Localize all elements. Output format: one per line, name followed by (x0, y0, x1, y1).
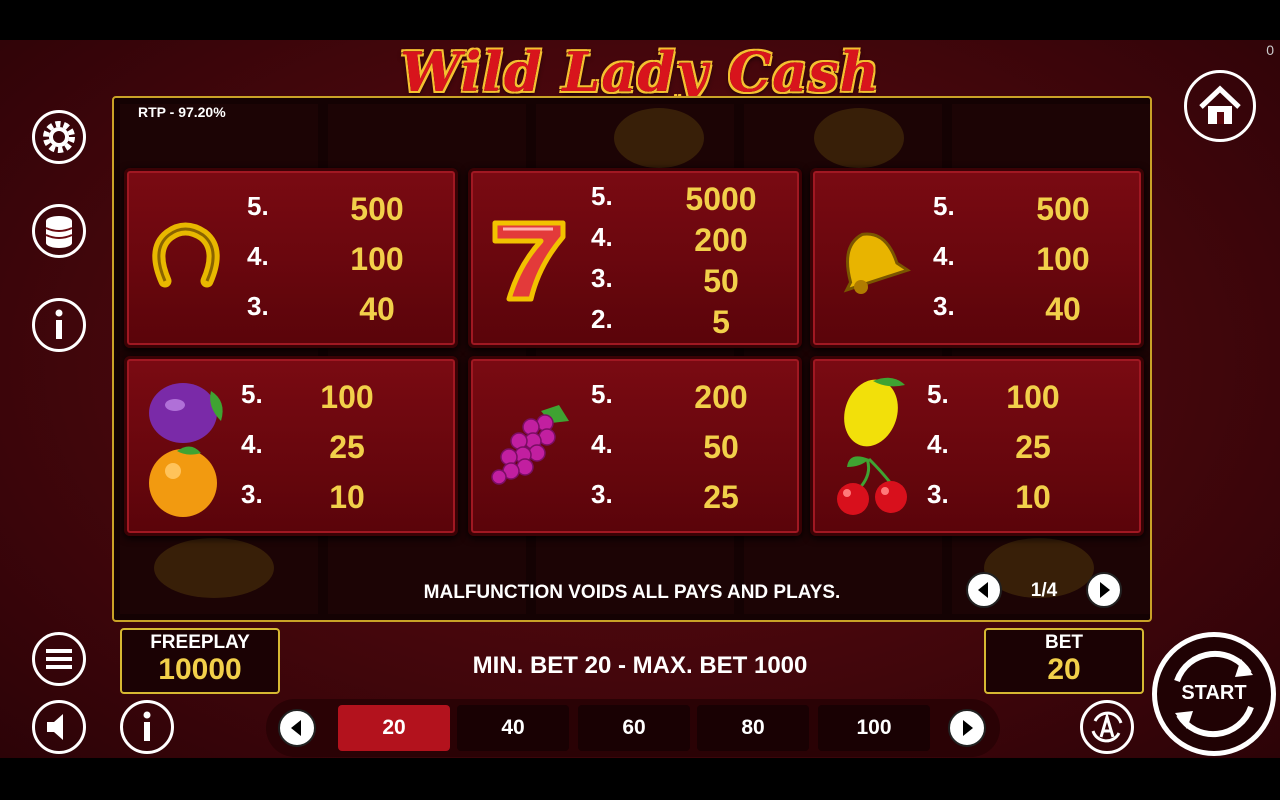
paytable-card-plum-orange: 5. 100 4. 25 3. 10 (124, 356, 458, 536)
sound-button[interactable] (32, 700, 86, 754)
pay-count: 4. (241, 429, 263, 459)
pay-count: 3. (241, 479, 263, 509)
pay-count: 3. (933, 291, 955, 321)
pay-count: 5. (933, 191, 955, 221)
pay-value: 50 (703, 263, 739, 299)
reel-area: RTP - 97.20% 5. 500 4. 100 3. 40 5. 5000 4. 2… (112, 96, 1152, 622)
info-button[interactable] (32, 298, 86, 352)
arrow-left-icon (978, 582, 988, 598)
paytable-info-button[interactable] (120, 700, 174, 754)
pay-value: 40 (359, 291, 395, 327)
autoplay-button[interactable] (1080, 700, 1134, 754)
pay-count: 3. (591, 263, 613, 293)
pay-value: 10 (1015, 479, 1051, 515)
pay-count: 5. (591, 181, 613, 211)
pay-value: 100 (320, 379, 374, 415)
bet-option-40[interactable]: 40 (457, 705, 569, 751)
bell-icon (814, 108, 904, 168)
bell-icon (614, 108, 704, 168)
paytable-card-grapes: 5. 200 4. 50 3. 25 (468, 356, 802, 536)
pay-value: 5000 (685, 181, 757, 217)
game-screen: 0 Wild Lady Cash RTP - 97.20% 5. 500 4. … (0, 40, 1280, 758)
page-indicator: 1/4 (1030, 580, 1058, 601)
rtp-label: RTP - 97.20% (138, 104, 226, 120)
paytable-prev-button[interactable] (966, 572, 1002, 608)
paytable-card-lemon-cherry: 5. 100 4. 25 3. 10 (810, 356, 1144, 536)
pay-value: 100 (350, 241, 404, 277)
freeplay-label: FREEPLAY (150, 632, 250, 653)
pay-value: 100 (1036, 241, 1090, 277)
freeplay-value: 10000 (158, 653, 242, 686)
pay-count: 3. (247, 291, 269, 321)
pay-value: 200 (694, 222, 748, 258)
info-icon (55, 309, 63, 339)
pay-value: 25 (1015, 429, 1051, 465)
bet-box: BET 20 (984, 628, 1144, 694)
paytable-next-button[interactable] (1086, 572, 1122, 608)
home-icon (1199, 85, 1241, 124)
pay-count: 4. (591, 429, 613, 459)
menu-button[interactable] (32, 632, 86, 686)
pay-value: 100 (1006, 379, 1060, 415)
info-icon (143, 711, 151, 741)
pay-value: 5 (712, 304, 730, 340)
pay-value: 50 (703, 429, 739, 465)
pay-value: 25 (329, 429, 365, 465)
start-label: START (1181, 682, 1247, 704)
pay-value: 200 (694, 379, 748, 415)
coins-button[interactable] (32, 204, 86, 258)
bet-prev-button[interactable] (278, 709, 316, 747)
pay-count: 4. (591, 222, 613, 252)
bet-selector: 20 40 60 80 100 (266, 699, 1000, 757)
pay-count: 4. (933, 241, 955, 271)
pay-count: 2. (591, 304, 613, 334)
bet-option-60[interactable]: 60 (578, 705, 690, 751)
bet-option-80[interactable]: 80 (697, 705, 809, 751)
pay-value: 25 (703, 479, 739, 515)
coins-icon (45, 216, 73, 248)
freeplay-box: FREEPLAY 10000 (120, 628, 280, 694)
pay-count: 5. (591, 379, 613, 409)
pay-count: 5. (927, 379, 949, 409)
start-button[interactable]: START (1152, 632, 1276, 756)
pay-count: 5. (241, 379, 263, 409)
hamburger-icon (46, 649, 72, 669)
pay-count: 4. (247, 241, 269, 271)
paytable-card-seven: 5. 5000 4. 200 3. 50 2. 5 (468, 168, 802, 348)
speaker-icon (47, 714, 63, 740)
bet-limits: MIN. BET 20 - MAX. BET 1000 (472, 652, 808, 679)
pay-value: 500 (1036, 191, 1090, 227)
pay-value: 10 (329, 479, 365, 515)
pay-count: 5. (247, 191, 269, 221)
pay-value: 500 (350, 191, 404, 227)
arrow-right-icon (1100, 582, 1110, 598)
bet-option-20[interactable]: 20 (338, 705, 450, 751)
bet-next-button[interactable] (948, 709, 986, 747)
settings-button[interactable] (32, 110, 86, 164)
arrow-left-icon (291, 720, 301, 736)
pay-count: 3. (927, 479, 949, 509)
gear-icon (43, 121, 75, 153)
paytable-card-bell: 5. 500 4. 100 3. 40 (810, 168, 1144, 348)
bet-value: 20 (1047, 653, 1081, 686)
pay-count: 4. (927, 429, 949, 459)
pay-count: 3. (591, 479, 613, 509)
home-button[interactable] (1184, 70, 1256, 142)
bet-label: BET (1045, 632, 1083, 653)
autoplay-icon (1091, 711, 1123, 743)
paytable-card-horseshoe: 5. 500 4. 100 3. 40 (124, 168, 458, 348)
arrow-right-icon (963, 720, 973, 736)
pay-value: 40 (1045, 291, 1081, 327)
bet-option-100[interactable]: 100 (818, 705, 930, 751)
game-title: Wild Lady Cash (400, 40, 880, 104)
